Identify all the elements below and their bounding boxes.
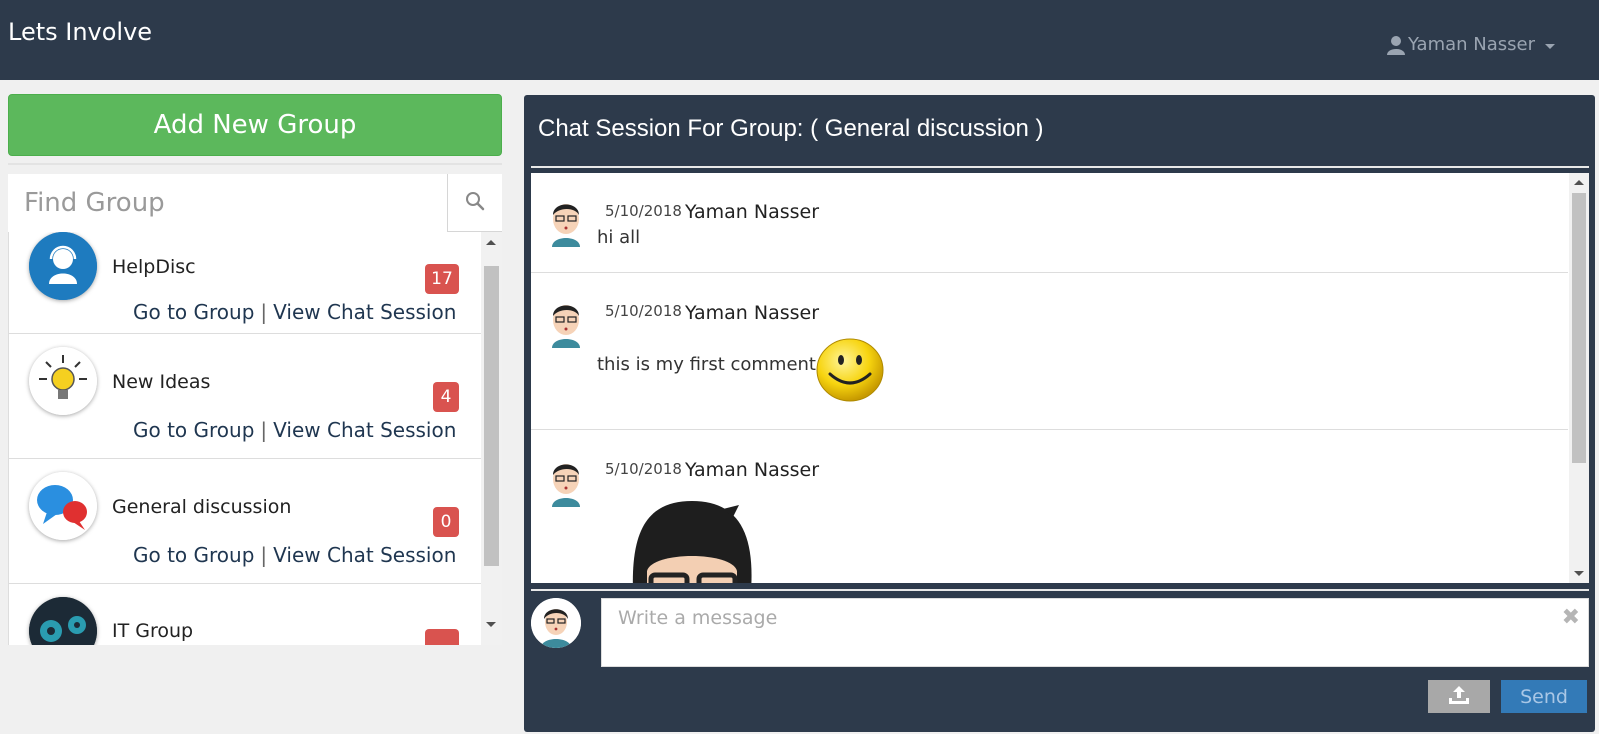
- upload-button[interactable]: [1428, 680, 1490, 713]
- view-chat-session-link[interactable]: View Chat Session: [273, 300, 456, 324]
- send-button[interactable]: Send: [1501, 680, 1587, 713]
- scroll-down-icon[interactable]: [486, 622, 496, 627]
- group-list-scrollbar[interactable]: [481, 232, 502, 645]
- message-author: Yaman Nasser: [685, 302, 820, 324]
- page-scrollbar[interactable]: [1582, 0, 1599, 80]
- message-text: this is my first comment: [597, 354, 816, 375]
- link-separator: |: [260, 418, 268, 442]
- message-input[interactable]: [602, 599, 1588, 666]
- message-date: 5/10/2018: [605, 302, 682, 320]
- list-item: HelpDisc 17 Go to Group | View Chat Sessio…: [9, 232, 482, 334]
- close-icon[interactable]: ✖: [1562, 605, 1580, 630]
- user-icon: [1386, 35, 1406, 55]
- speech-bubbles-icon: [29, 472, 97, 540]
- divider: [531, 589, 1589, 591]
- view-chat-session-link[interactable]: View Chat Session: [273, 418, 456, 442]
- chat-message: 5/10/2018 Yaman Nasser hi all: [531, 173, 1568, 273]
- link-separator: |: [260, 300, 268, 324]
- scrollbar-thumb[interactable]: [484, 266, 499, 566]
- user-avatar-icon: [547, 298, 585, 348]
- user-avatar-icon: [547, 457, 585, 507]
- chat-message: 5/10/2018 Yaman Nasser: [531, 431, 1568, 583]
- avatar-illustration-image: [627, 501, 757, 583]
- user-name: Yaman Nasser: [1408, 34, 1535, 55]
- group-search: [8, 174, 502, 232]
- chat-message: 5/10/2018 Yaman Nasser this is my first …: [531, 274, 1568, 430]
- unread-badge: 4: [433, 382, 459, 412]
- group-links: Go to Group | View Chat Session: [133, 300, 456, 324]
- scroll-up-icon[interactable]: [1574, 180, 1584, 185]
- unread-badge: 0: [433, 507, 459, 537]
- helpdesk-icon: [29, 232, 97, 300]
- link-separator: |: [260, 543, 268, 567]
- gears-icon: [29, 597, 97, 645]
- go-to-group-link[interactable]: Go to Group: [133, 418, 254, 442]
- message-text: hi all: [597, 227, 641, 248]
- current-user-avatar: [531, 598, 581, 648]
- chat-scrollbar[interactable]: [1569, 173, 1589, 583]
- smiley-icon: [815, 336, 885, 406]
- scroll-up-icon[interactable]: [486, 240, 496, 245]
- app-title[interactable]: Lets Involve: [8, 18, 152, 46]
- go-to-group-link[interactable]: Go to Group: [133, 543, 254, 567]
- chat-panel: Chat Session For Group: ( General discus…: [524, 95, 1595, 732]
- top-navbar: Lets Involve Yaman Nasser: [0, 0, 1599, 80]
- view-chat-session-link[interactable]: View Chat Session: [273, 543, 456, 567]
- group-links: Go to Group | View Chat Session: [133, 543, 456, 567]
- scrollbar-thumb[interactable]: [1572, 193, 1586, 463]
- message-author: Yaman Nasser: [685, 201, 820, 223]
- group-name[interactable]: HelpDisc: [112, 256, 196, 278]
- upload-icon: [1448, 685, 1470, 709]
- add-new-group-button[interactable]: Add New Group: [8, 94, 502, 156]
- search-button[interactable]: [447, 174, 502, 232]
- list-item: New Ideas 4 Go to Group | View Chat Sessio…: [9, 334, 482, 459]
- group-name[interactable]: New Ideas: [112, 371, 210, 393]
- user-avatar-icon: [547, 197, 585, 247]
- search-icon: [465, 191, 485, 215]
- list-item: IT Group: [9, 584, 482, 645]
- scroll-down-icon[interactable]: [1574, 571, 1584, 576]
- divider: [531, 166, 1589, 168]
- chevron-down-icon: [1545, 43, 1555, 49]
- find-group-input[interactable]: [8, 174, 447, 232]
- group-links: Go to Group | View Chat Session: [133, 418, 456, 442]
- group-list: HelpDisc 17 Go to Group | View Chat Sessio…: [8, 232, 502, 645]
- lightbulb-icon: [29, 347, 97, 415]
- message-date: 5/10/2018: [605, 460, 682, 478]
- group-name[interactable]: General discussion: [112, 496, 291, 518]
- message-composer: ✖: [601, 598, 1589, 667]
- unread-badge: [425, 629, 459, 645]
- message-author: Yaman Nasser: [685, 459, 820, 481]
- go-to-group-link[interactable]: Go to Group: [133, 300, 254, 324]
- group-name[interactable]: IT Group: [112, 620, 193, 642]
- message-date: 5/10/2018: [605, 202, 682, 220]
- chat-title: Chat Session For Group: ( General discus…: [538, 115, 1044, 142]
- unread-badge: 17: [425, 264, 459, 294]
- divider: [8, 163, 502, 165]
- user-menu-dropdown[interactable]: Yaman Nasser: [1386, 34, 1555, 55]
- group-sidebar: Add New Group: [8, 94, 502, 165]
- chat-messages: 5/10/2018 Yaman Nasser hi all 5/10/2018 …: [531, 173, 1589, 583]
- list-item: General discussion 0 Go to Group | View Ch…: [9, 459, 482, 584]
